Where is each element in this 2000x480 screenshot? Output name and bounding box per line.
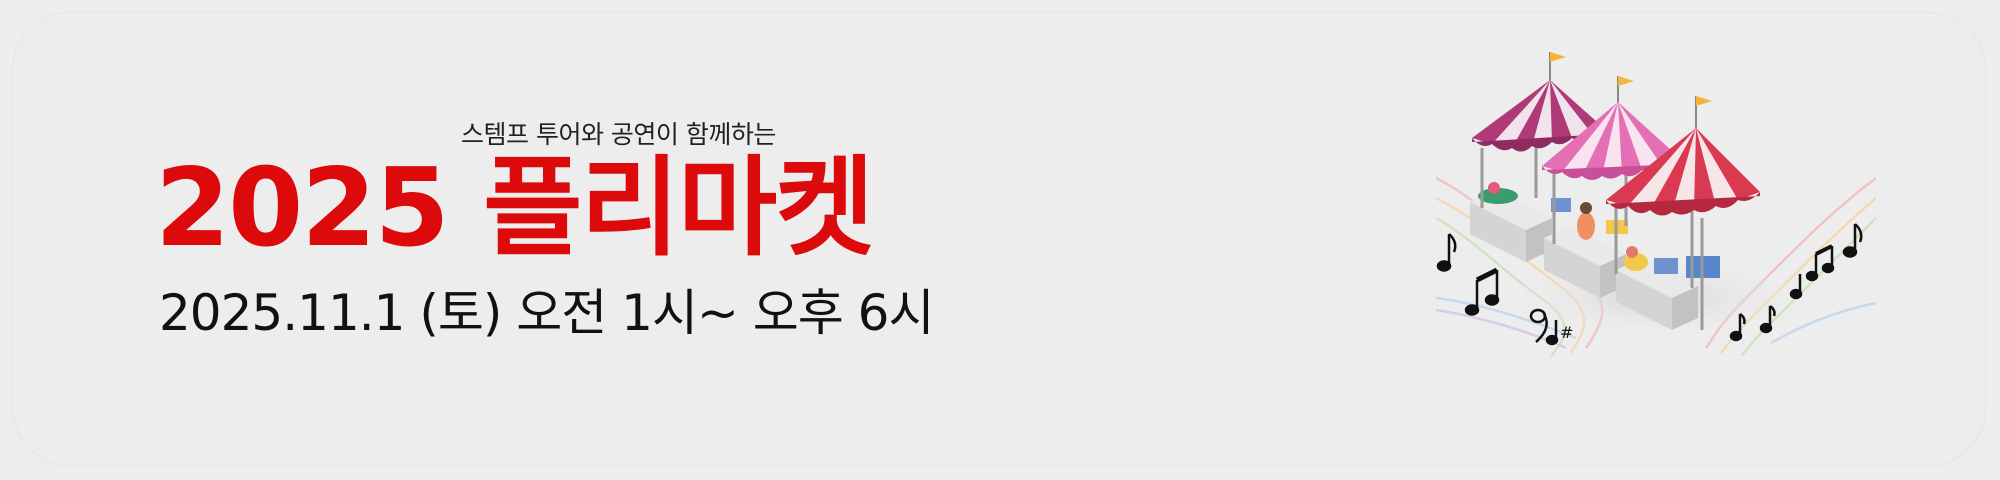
sharp-sign-icon: # [1560,323,1573,342]
banner-title: 2025 플리마켓 [155,146,875,271]
flag-icon [1550,52,1566,62]
flag-icon [1696,96,1712,106]
flea-market-illustration: # [1436,52,1876,357]
flag-icon [1618,76,1634,86]
event-date: 2025.11.1 (토) 오전 1시~ 오후 6시 [159,284,934,342]
music-note-icon [1436,233,1457,272]
